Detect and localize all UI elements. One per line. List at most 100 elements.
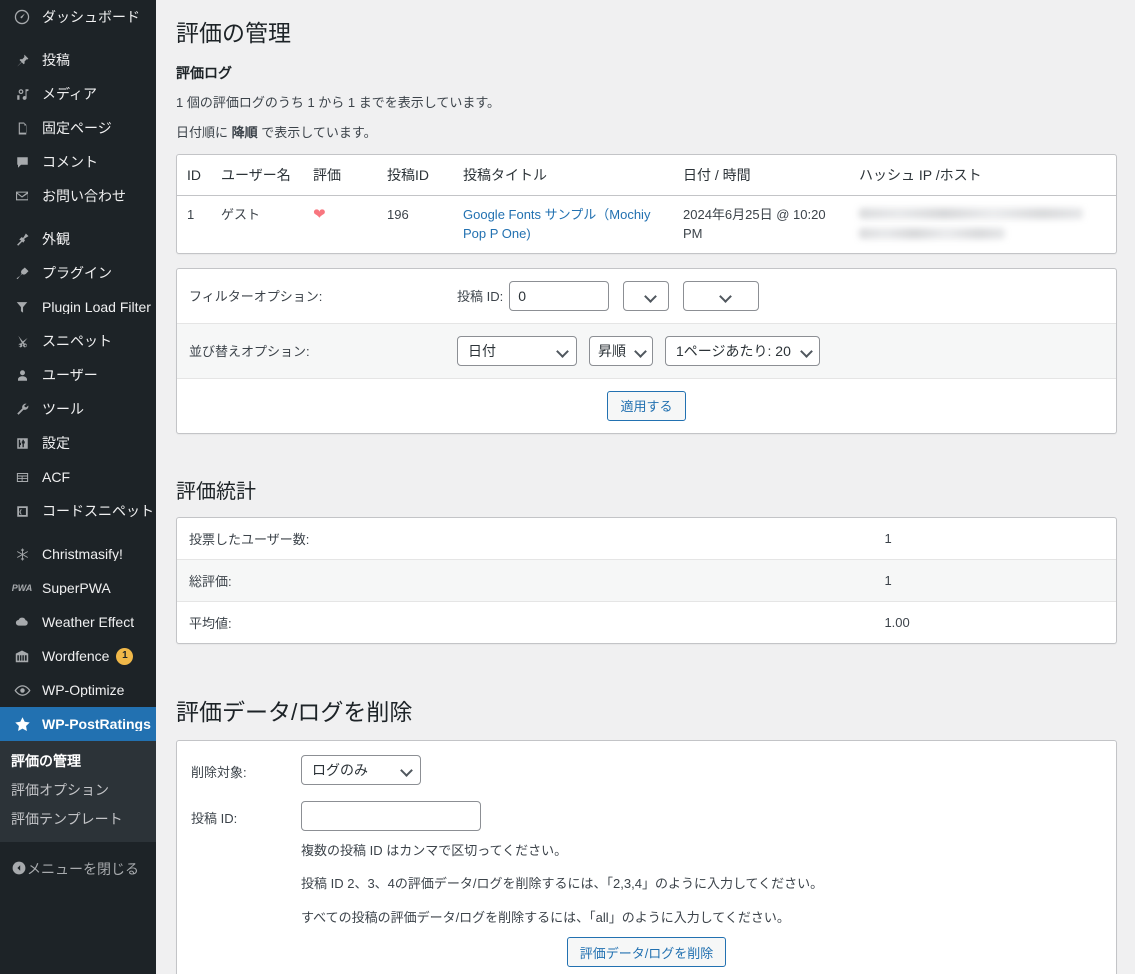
sidebar-item-superpwa[interactable]: PWA SuperPWA xyxy=(0,571,156,605)
sidebar-item-dashboard[interactable]: ダッシュボード xyxy=(0,0,156,34)
chevron-down-icon xyxy=(635,345,647,357)
wrench-icon xyxy=(11,399,33,419)
th-post-id: 投稿ID xyxy=(377,155,453,196)
sidebar-item-plugin-load-filter[interactable]: Plugin Load Filter xyxy=(0,290,156,324)
scissors-icon xyxy=(11,331,33,351)
sidebar-item-appearance[interactable]: 外観 xyxy=(0,222,156,256)
stat-value: 1 xyxy=(884,518,1116,560)
cell-username: ゲスト xyxy=(221,206,261,222)
sidebar-item-label: ダッシュボード xyxy=(42,10,140,24)
sidebar-item-label: Christmasify! xyxy=(42,547,123,561)
th-id: ID xyxy=(177,155,211,196)
stat-label: 平均値: xyxy=(189,615,232,631)
per-page-value: 1ページあたり: 20 xyxy=(676,342,791,359)
sidebar-item-acf[interactable]: ACF xyxy=(0,460,156,494)
sidebar-item-label: WP-PostRatings xyxy=(42,717,151,731)
sidebar-separator xyxy=(0,528,156,537)
sort-order-select[interactable]: 昇順 xyxy=(589,335,653,366)
sidebar-item-plugins[interactable]: プラグイン xyxy=(0,256,156,290)
log-sort-info-suffix: で表示しています。 xyxy=(257,125,377,141)
ratings-stats-body: 投票したユーザー数: 1 総評価: 1 平均値: 1.00 xyxy=(177,518,1116,643)
stat-value: 1 xyxy=(884,560,1116,602)
submenu-item-rating-templates[interactable]: 評価テンプレート xyxy=(0,805,156,834)
apply-filter-button[interactable]: 適用する xyxy=(607,390,686,421)
delete-note-2: 投稿 ID 2、3、4の評価データ/ログを削除するには、「2,3,4」のように入… xyxy=(301,876,824,892)
sidebar-item-label: WP-Optimize xyxy=(42,683,125,697)
sidebar-separator xyxy=(0,213,156,222)
sidebar-item-code-snippets[interactable]: コードスニペット xyxy=(0,494,156,528)
per-page-select[interactable]: 1ページあたり: 20 xyxy=(665,335,820,366)
sidebar-item-label: SuperPWA xyxy=(42,581,111,595)
th-username: ユーザー名 xyxy=(211,155,303,196)
sidebar-item-comments[interactable]: コメント xyxy=(0,145,156,179)
cell-hash-ip-host xyxy=(849,196,1116,253)
redacted-hash-line xyxy=(859,207,1083,219)
sidebar-item-tools[interactable]: ツール xyxy=(0,392,156,426)
filter-options-row: フィルターオプション: 投稿 ID: xyxy=(177,269,1116,324)
sidebar-item-posts[interactable]: 投稿 xyxy=(0,43,156,77)
collapse-menu-button[interactable]: メニューを閉じる xyxy=(0,852,156,886)
sidebar-item-users[interactable]: ユーザー xyxy=(0,358,156,392)
ratings-log-table-body: 1 ゲスト ❤ 196 Google Fonts サンプル（Mochiy Pop… xyxy=(177,196,1116,253)
stat-label: 投票したユーザー数: xyxy=(177,518,885,560)
delete-target-row: 削除対象: ログのみ xyxy=(177,754,1116,785)
sidebar-item-label: ACF xyxy=(42,470,70,484)
sidebar-item-label: Wordfence xyxy=(42,649,110,663)
table-row: 1 ゲスト ❤ 196 Google Fonts サンプル（Mochiy Pop… xyxy=(177,196,1116,253)
submenu-item-rating-options[interactable]: 評価オプション xyxy=(0,776,156,805)
sidebar-item-snippets[interactable]: スニペット xyxy=(0,324,156,358)
chevron-down-icon xyxy=(720,290,732,302)
delete-ratings-button[interactable]: 評価データ/ログを削除 xyxy=(566,937,727,968)
delete-post-id-label: 投稿 ID: xyxy=(191,810,238,826)
stats-heading: 評価統計 xyxy=(176,480,256,503)
user-icon xyxy=(11,365,33,385)
delete-actions: 評価データ/ログを削除 xyxy=(177,931,1116,968)
filter-post-id-input[interactable] xyxy=(509,280,610,311)
log-count-info: 1 個の評価ログのうち 1 から 1 までを表示しています。 xyxy=(176,94,501,110)
post-title-link[interactable]: Google Fonts サンプル（Mochiy Pop P One) xyxy=(463,207,650,242)
filter-options-box: フィルターオプション: 投稿 ID: 並び替えオプション: 日付 xyxy=(176,267,1117,434)
sidebar-item-contact[interactable]: お問い合わせ xyxy=(0,179,156,213)
sort-by-select[interactable]: 日付 xyxy=(457,335,577,366)
main-content: 評価の管理 評価ログ 1 個の評価ログのうち 1 から 1 までを表示しています… xyxy=(156,0,1135,974)
sidebar-item-media[interactable]: メディア xyxy=(0,77,156,111)
delete-target-select[interactable]: ログのみ xyxy=(301,754,421,785)
collapse-menu-label: メニューを閉じる xyxy=(27,861,139,877)
table-row: 総評価: 1 xyxy=(177,559,1116,602)
sidebar-item-label: お問い合わせ xyxy=(42,189,126,203)
filter-apply-row: 適用する xyxy=(177,379,1116,433)
table-row: 平均値: 1.00 xyxy=(177,602,1116,643)
sidebar-item-pages[interactable]: 固定ページ xyxy=(0,111,156,145)
sidebar-item-wordfence[interactable]: Wordfence 1 xyxy=(0,639,156,673)
delete-post-id-input[interactable] xyxy=(301,800,481,831)
redacted-host-line xyxy=(859,227,1005,239)
filter-select-a[interactable] xyxy=(623,280,670,311)
delete-target-value: ログのみ xyxy=(312,761,368,778)
ratings-stats-table: 投票したユーザー数: 1 総評価: 1 平均値: 1.00 xyxy=(176,516,1117,644)
stat-label: 総評価: xyxy=(177,560,885,602)
sidebar-item-settings[interactable]: 設定 xyxy=(0,426,156,460)
th-datetime: 日付 / 時間 xyxy=(673,155,849,196)
cloud-icon xyxy=(11,612,33,632)
submenu-item-manage-ratings[interactable]: 評価の管理 xyxy=(0,747,156,776)
delete-note-3: すべての投稿の評価データ/ログを削除するには、「all」のように入力してください… xyxy=(301,909,790,925)
th-hash-ip-host: ハッシュ IP /ホスト xyxy=(849,155,1116,196)
delete-notes: 複数の投稿 ID はカンマで区切ってください。 投稿 ID 2、3、4の評価デー… xyxy=(177,841,1116,928)
ratings-log-table: ID ユーザー名 評価 投稿ID 投稿タイトル 日付 / 時間 ハッシュ IP … xyxy=(176,153,1117,254)
sidebar-item-wp-postratings[interactable]: WP-PostRatings xyxy=(0,707,156,741)
sidebar-item-christmasify[interactable]: Christmasify! xyxy=(0,537,156,571)
sidebar-item-wp-optimize[interactable]: WP-Optimize xyxy=(0,673,156,707)
plugin-icon xyxy=(11,263,33,283)
sidebar-item-weather-effect[interactable]: Weather Effect xyxy=(0,605,156,639)
settings-icon xyxy=(11,433,33,453)
filter-select-b[interactable] xyxy=(683,280,760,311)
chevron-down-icon xyxy=(645,290,657,302)
pwa-icon: PWA xyxy=(11,582,33,593)
chevron-down-icon xyxy=(557,345,569,357)
wordfence-icon xyxy=(11,646,33,666)
comment-icon xyxy=(11,152,33,172)
filter-post-id-label: 投稿 ID: xyxy=(457,289,504,305)
th-rating: 評価 xyxy=(303,155,377,196)
star-icon xyxy=(11,714,33,734)
sidebar-item-label: Plugin Load Filter xyxy=(42,300,151,314)
